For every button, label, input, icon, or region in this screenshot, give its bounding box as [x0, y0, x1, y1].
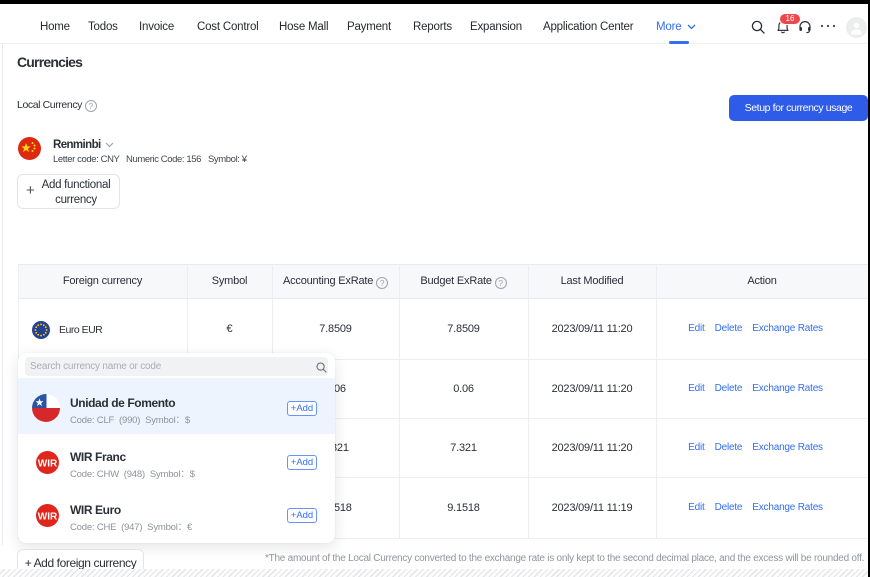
svg-text:WIR: WIR — [38, 512, 58, 523]
svg-text:WIR: WIR — [38, 459, 58, 470]
